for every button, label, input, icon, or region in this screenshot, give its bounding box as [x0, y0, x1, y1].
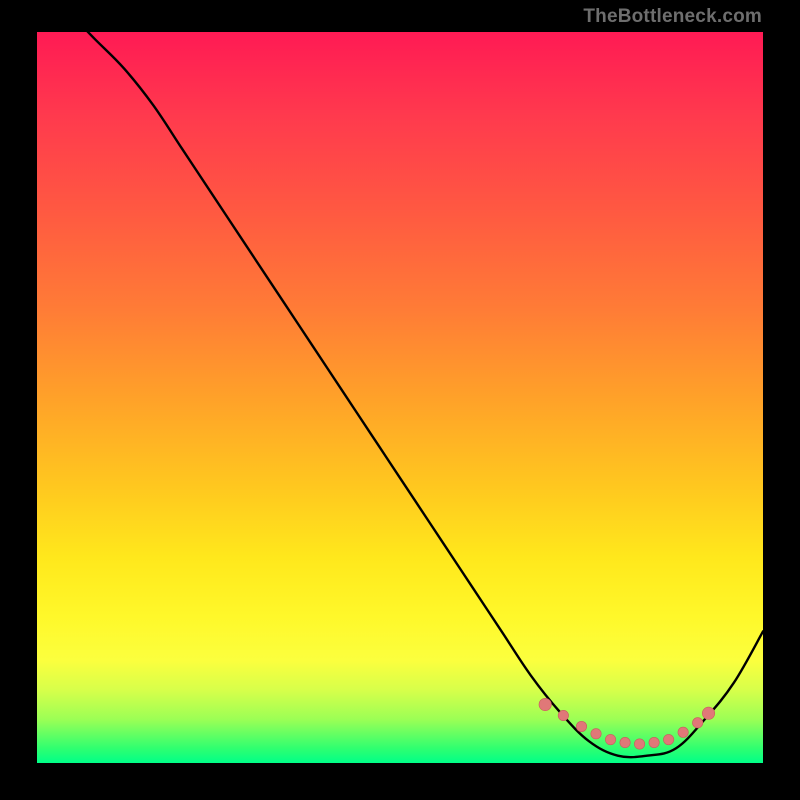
marker-dot	[678, 727, 688, 737]
chart-frame: TheBottleneck.com	[0, 0, 800, 800]
marker-dot	[539, 698, 551, 710]
marker-dot	[620, 737, 630, 747]
plot-area	[37, 32, 763, 763]
watermark-text: TheBottleneck.com	[583, 6, 762, 28]
bottom-markers	[539, 698, 715, 749]
marker-dot	[576, 721, 586, 731]
bottleneck-curve	[37, 32, 763, 757]
marker-dot	[649, 737, 659, 747]
curve-layer	[37, 32, 763, 763]
marker-dot	[558, 710, 568, 720]
marker-dot	[605, 734, 615, 744]
marker-dot	[634, 739, 644, 749]
marker-dot	[692, 718, 702, 728]
marker-dot	[702, 707, 714, 719]
marker-dot	[591, 729, 601, 739]
marker-dot	[663, 734, 673, 744]
